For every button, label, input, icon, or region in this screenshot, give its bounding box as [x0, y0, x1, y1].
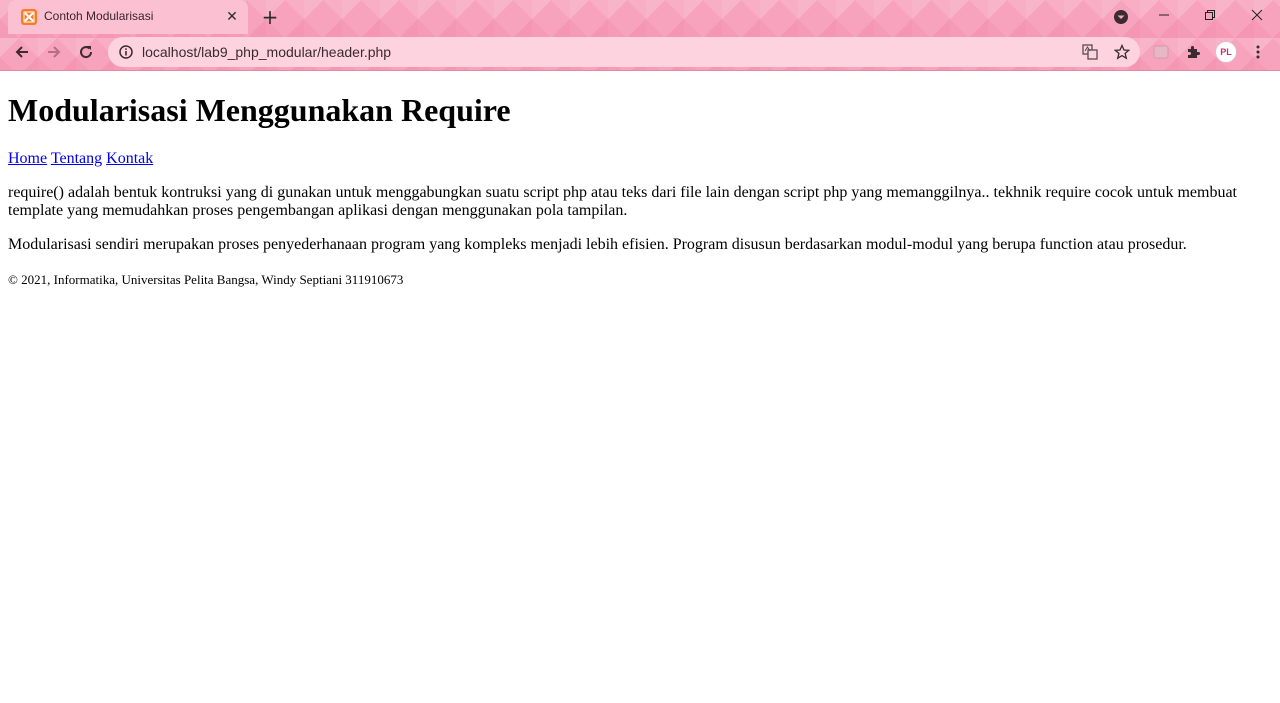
- tab-search-icon[interactable]: [1109, 5, 1133, 29]
- back-arrow-icon[interactable]: [8, 38, 36, 66]
- tab-close-icon[interactable]: ✕: [224, 9, 240, 25]
- xampp-favicon-icon: [21, 9, 37, 25]
- browser-toolbar: localhost/lab9_php_modular/header.php PL: [0, 34, 1280, 71]
- url-text: localhost/lab9_php_modular/header.php: [142, 44, 392, 60]
- tab-strip: Contoh Modularisasi ✕ +: [0, 0, 1280, 34]
- translate-icon[interactable]: [1080, 42, 1100, 62]
- close-window-icon[interactable]: [1234, 0, 1280, 30]
- page-footer: © 2021, Informatika, Universitas Pelita …: [8, 272, 404, 287]
- browser-chrome: Contoh Modularisasi ✕ + localhost/lab9_p…: [0, 0, 1280, 71]
- nav-link-home[interactable]: Home: [8, 150, 47, 167]
- site-info-icon[interactable]: [118, 44, 134, 60]
- forward-arrow-icon[interactable]: [40, 38, 68, 66]
- reload-icon[interactable]: [72, 38, 100, 66]
- page-nav: Home Tentang Kontak: [8, 150, 1272, 168]
- page-heading: Modularisasi Menggunakan Require: [8, 92, 511, 128]
- tab-title: Contoh Modularisasi: [44, 9, 154, 23]
- paragraph-require: require() adalah bentuk kontruksi yang d…: [8, 184, 1237, 219]
- restore-icon[interactable]: [1187, 0, 1233, 30]
- menu-kebab-icon[interactable]: [1246, 40, 1270, 64]
- nav-link-tentang[interactable]: Tentang: [51, 150, 102, 167]
- bookmark-star-icon[interactable]: [1112, 42, 1132, 62]
- browser-tab[interactable]: Contoh Modularisasi ✕: [8, 0, 248, 34]
- paragraph-modularisasi: Modularisasi sendiri merupakan proses pe…: [8, 236, 1187, 253]
- page-content: Modularisasi Menggunakan Require Home Te…: [0, 71, 1280, 703]
- extensions-puzzle-icon[interactable]: [1181, 40, 1205, 64]
- nav-link-kontak[interactable]: Kontak: [106, 150, 153, 167]
- new-tab-icon[interactable]: +: [258, 5, 282, 29]
- minimize-icon[interactable]: [1141, 0, 1187, 30]
- profile-avatar[interactable]: PL: [1215, 41, 1237, 63]
- address-bar[interactable]: localhost/lab9_php_modular/header.php: [108, 37, 1140, 67]
- extension-icon[interactable]: [1149, 40, 1173, 64]
